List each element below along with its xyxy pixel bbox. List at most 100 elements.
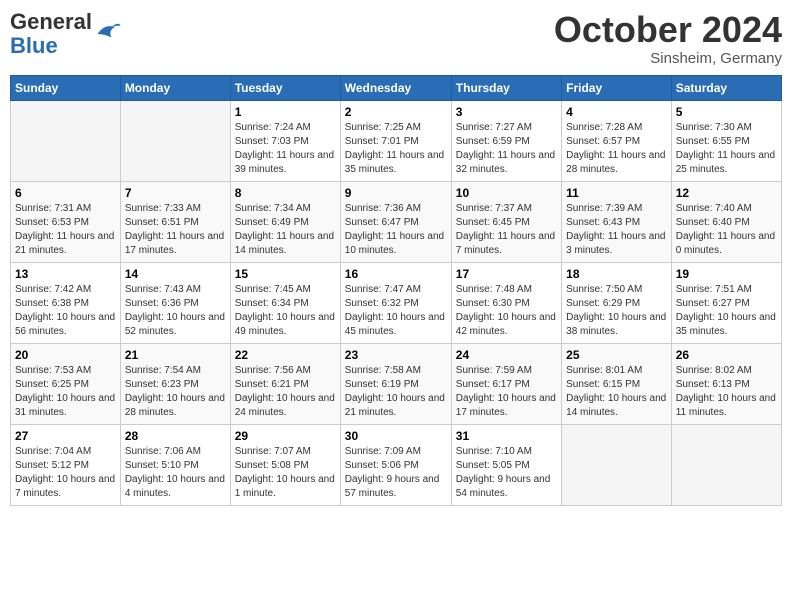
day-number: 15 <box>235 267 336 281</box>
day-info: Sunrise: 8:02 AMSunset: 6:13 PMDaylight:… <box>676 364 777 420</box>
day-info: Sunrise: 7:36 AMSunset: 6:47 PMDaylight:… <box>345 202 447 258</box>
logo-bird-icon <box>94 20 122 48</box>
day-number: 24 <box>456 348 557 362</box>
day-info: Sunrise: 7:37 AMSunset: 6:45 PMDaylight:… <box>456 202 557 258</box>
calendar-cell: 14 Sunrise: 7:43 AMSunset: 6:36 PMDayligh… <box>120 262 230 343</box>
calendar-cell: 24 Sunrise: 7:59 AMSunset: 6:17 PMDayligh… <box>451 343 561 424</box>
calendar-cell: 12 Sunrise: 7:40 AMSunset: 6:40 PMDayligh… <box>671 181 781 262</box>
day-number: 27 <box>15 429 116 443</box>
day-number: 11 <box>566 186 667 200</box>
calendar-cell: 28 Sunrise: 7:06 AMSunset: 5:10 PMDayligh… <box>120 424 230 505</box>
calendar-cell: 26 Sunrise: 8:02 AMSunset: 6:13 PMDayligh… <box>671 343 781 424</box>
calendar-week-row: 27 Sunrise: 7:04 AMSunset: 5:12 PMDayligh… <box>11 424 782 505</box>
month-title: October 2024 <box>554 10 782 50</box>
day-number: 4 <box>566 105 667 119</box>
day-info: Sunrise: 7:39 AMSunset: 6:43 PMDaylight:… <box>566 202 667 258</box>
day-info: Sunrise: 7:50 AMSunset: 6:29 PMDaylight:… <box>566 283 667 339</box>
day-info: Sunrise: 7:51 AMSunset: 6:27 PMDaylight:… <box>676 283 777 339</box>
day-number: 28 <box>125 429 226 443</box>
day-info: Sunrise: 7:45 AMSunset: 6:34 PMDaylight:… <box>235 283 336 339</box>
day-number: 7 <box>125 186 226 200</box>
calendar-week-row: 1Sunrise: 7:24 AMSunset: 7:03 PMDaylight… <box>11 100 782 181</box>
day-info: Sunrise: 7:04 AMSunset: 5:12 PMDaylight:… <box>15 445 116 501</box>
calendar-cell: 5 Sunrise: 7:30 AMSunset: 6:55 PMDaylight… <box>671 100 781 181</box>
calendar-cell: 9 Sunrise: 7:36 AMSunset: 6:47 PMDaylight… <box>340 181 451 262</box>
calendar-cell: 18Sunrise: 7:50 AMSunset: 6:29 PMDayligh… <box>562 262 672 343</box>
calendar-cell: 30 Sunrise: 7:09 AMSunset: 5:06 PMDayligh… <box>340 424 451 505</box>
calendar-cell: 8Sunrise: 7:34 AMSunset: 6:49 PMDaylight… <box>230 181 340 262</box>
day-info: Sunrise: 7:31 AMSunset: 6:53 PMDaylight:… <box>15 202 116 258</box>
day-info: Sunrise: 7:58 AMSunset: 6:19 PMDaylight:… <box>345 364 447 420</box>
calendar-cell: 25 Sunrise: 8:01 AMSunset: 6:15 PMDayligh… <box>562 343 672 424</box>
calendar-cell: 10 Sunrise: 7:37 AMSunset: 6:45 PMDayligh… <box>451 181 561 262</box>
weekday-header: Sunday <box>11 75 121 100</box>
day-info: Sunrise: 7:56 AMSunset: 6:21 PMDaylight:… <box>235 364 336 420</box>
calendar-cell: 21 Sunrise: 7:54 AMSunset: 6:23 PMDayligh… <box>120 343 230 424</box>
calendar-cell: 23 Sunrise: 7:58 AMSunset: 6:19 PMDayligh… <box>340 343 451 424</box>
calendar-cell: 16 Sunrise: 7:47 AMSunset: 6:32 PMDayligh… <box>340 262 451 343</box>
day-number: 10 <box>456 186 557 200</box>
calendar-cell: 19 Sunrise: 7:51 AMSunset: 6:27 PMDayligh… <box>671 262 781 343</box>
calendar-week-row: 20Sunrise: 7:53 AMSunset: 6:25 PMDayligh… <box>11 343 782 424</box>
weekday-header: Friday <box>562 75 672 100</box>
calendar-week-row: 6 Sunrise: 7:31 AMSunset: 6:53 PMDaylight… <box>11 181 782 262</box>
weekday-header: Wednesday <box>340 75 451 100</box>
logo: General Blue <box>10 10 122 58</box>
day-info: Sunrise: 7:34 AMSunset: 6:49 PMDaylight:… <box>235 202 336 258</box>
day-info: Sunrise: 7:33 AMSunset: 6:51 PMDaylight:… <box>125 202 226 258</box>
calendar-cell: 27 Sunrise: 7:04 AMSunset: 5:12 PMDayligh… <box>11 424 121 505</box>
day-number: 29 <box>235 429 336 443</box>
day-info: Sunrise: 7:07 AMSunset: 5:08 PMDaylight:… <box>235 445 336 501</box>
day-info: Sunrise: 7:25 AMSunset: 7:01 PMDaylight:… <box>345 121 447 177</box>
day-info: Sunrise: 7:59 AMSunset: 6:17 PMDaylight:… <box>456 364 557 420</box>
calendar-cell: 17 Sunrise: 7:48 AMSunset: 6:30 PMDayligh… <box>451 262 561 343</box>
calendar-cell <box>11 100 121 181</box>
calendar-cell: 3Sunrise: 7:27 AMSunset: 6:59 PMDaylight… <box>451 100 561 181</box>
day-number: 19 <box>676 267 777 281</box>
calendar-week-row: 13 Sunrise: 7:42 AMSunset: 6:38 PMDayligh… <box>11 262 782 343</box>
day-info: Sunrise: 7:27 AMSunset: 6:59 PMDaylight:… <box>456 121 557 177</box>
day-number: 23 <box>345 348 447 362</box>
day-number: 21 <box>125 348 226 362</box>
day-info: Sunrise: 7:10 AMSunset: 5:05 PMDaylight:… <box>456 445 557 501</box>
day-number: 22 <box>235 348 336 362</box>
calendar-cell: 2 Sunrise: 7:25 AMSunset: 7:01 PMDaylight… <box>340 100 451 181</box>
day-info: Sunrise: 8:01 AMSunset: 6:15 PMDaylight:… <box>566 364 667 420</box>
title-block: October 2024 Sinsheim, Germany <box>554 10 782 67</box>
day-number: 20 <box>15 348 116 362</box>
calendar-cell: 22 Sunrise: 7:56 AMSunset: 6:21 PMDayligh… <box>230 343 340 424</box>
day-number: 9 <box>345 186 447 200</box>
weekday-header: Thursday <box>451 75 561 100</box>
day-info: Sunrise: 7:06 AMSunset: 5:10 PMDaylight:… <box>125 445 226 501</box>
day-number: 17 <box>456 267 557 281</box>
weekday-header-row: SundayMondayTuesdayWednesdayThursdayFrid… <box>11 75 782 100</box>
weekday-header: Saturday <box>671 75 781 100</box>
calendar-cell: 11 Sunrise: 7:39 AMSunset: 6:43 PMDayligh… <box>562 181 672 262</box>
calendar-cell: 7 Sunrise: 7:33 AMSunset: 6:51 PMDaylight… <box>120 181 230 262</box>
weekday-header: Monday <box>120 75 230 100</box>
day-number: 26 <box>676 348 777 362</box>
day-info: Sunrise: 7:54 AMSunset: 6:23 PMDaylight:… <box>125 364 226 420</box>
logo-blue: Blue <box>10 34 92 58</box>
logo-general: General <box>10 10 92 34</box>
day-number: 1 <box>235 105 336 119</box>
day-info: Sunrise: 7:09 AMSunset: 5:06 PMDaylight:… <box>345 445 447 501</box>
day-number: 5 <box>676 105 777 119</box>
day-number: 12 <box>676 186 777 200</box>
day-info: Sunrise: 7:30 AMSunset: 6:55 PMDaylight:… <box>676 121 777 177</box>
day-number: 30 <box>345 429 447 443</box>
day-number: 14 <box>125 267 226 281</box>
day-number: 13 <box>15 267 116 281</box>
day-info: Sunrise: 7:48 AMSunset: 6:30 PMDaylight:… <box>456 283 557 339</box>
day-number: 2 <box>345 105 447 119</box>
day-info: Sunrise: 7:43 AMSunset: 6:36 PMDaylight:… <box>125 283 226 339</box>
day-info: Sunrise: 7:42 AMSunset: 6:38 PMDaylight:… <box>15 283 116 339</box>
day-number: 6 <box>15 186 116 200</box>
calendar-cell: 4Sunrise: 7:28 AMSunset: 6:57 PMDaylight… <box>562 100 672 181</box>
location: Sinsheim, Germany <box>554 50 782 67</box>
day-info: Sunrise: 7:40 AMSunset: 6:40 PMDaylight:… <box>676 202 777 258</box>
day-number: 25 <box>566 348 667 362</box>
calendar-cell: 20Sunrise: 7:53 AMSunset: 6:25 PMDayligh… <box>11 343 121 424</box>
day-info: Sunrise: 7:47 AMSunset: 6:32 PMDaylight:… <box>345 283 447 339</box>
day-number: 16 <box>345 267 447 281</box>
